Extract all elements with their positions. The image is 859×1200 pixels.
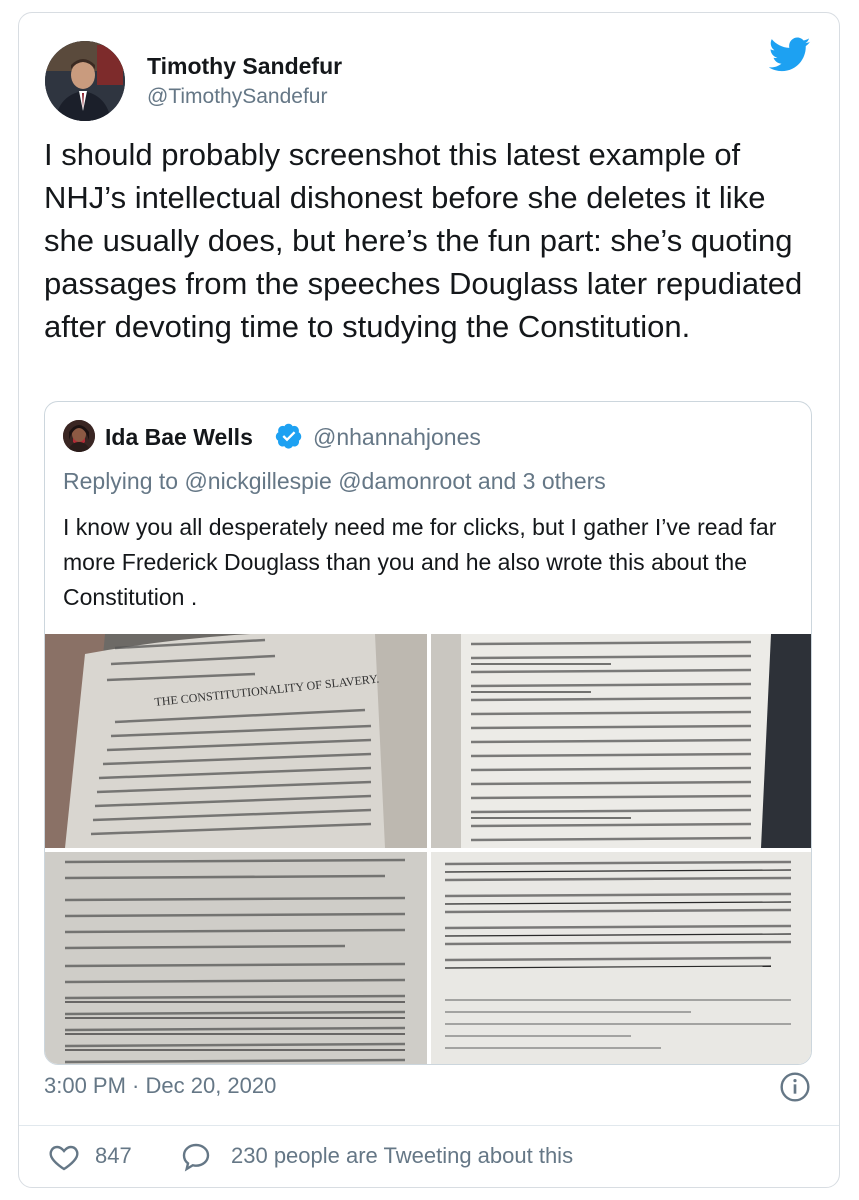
talking-count[interactable]: 230 people are Tweeting about this: [231, 1143, 573, 1169]
speech-bubble-icon[interactable]: [179, 1141, 213, 1173]
heart-icon[interactable]: [47, 1141, 81, 1173]
author-handle[interactable]: @TimothySandefur: [147, 85, 327, 109]
info-icon[interactable]: [779, 1071, 811, 1103]
quoted-author-avatar[interactable]: [63, 420, 95, 452]
verified-badge-icon: [275, 423, 302, 449]
photo-book-page-4[interactable]: [431, 852, 811, 1064]
photo-book-page-3[interactable]: [45, 852, 427, 1064]
quoted-author-name[interactable]: Ida Bae Wells: [105, 424, 253, 451]
like-count[interactable]: 847: [95, 1143, 132, 1169]
tweet-timestamp[interactable]: 3:00 PM · Dec 20, 2020: [44, 1073, 276, 1099]
photo-grid: THE CONSTITUTIONALITY OF SLAVERY.: [45, 634, 811, 1064]
tweet-card: Timothy Sandefur @TimothySandefur I shou…: [18, 12, 840, 1188]
author-avatar[interactable]: [45, 41, 125, 121]
divider: [19, 1125, 839, 1126]
photo-book-page-2[interactable]: [431, 634, 811, 848]
quoted-author-handle[interactable]: @nhannahjones: [313, 424, 481, 451]
tweet-text: I should probably screenshot this latest…: [44, 137, 803, 344]
replying-to[interactable]: Replying to @nickgillespie @damonroot an…: [63, 468, 606, 495]
quoted-tweet[interactable]: Ida Bae Wells @nhannahjones Replying to …: [44, 401, 812, 1065]
twitter-bird-icon[interactable]: [769, 37, 811, 73]
photo-book-page-1[interactable]: THE CONSTITUTIONALITY OF SLAVERY.: [45, 634, 427, 848]
quoted-tweet-text: I know you all desperately need me for c…: [63, 514, 777, 610]
author-name[interactable]: Timothy Sandefur: [147, 53, 342, 80]
